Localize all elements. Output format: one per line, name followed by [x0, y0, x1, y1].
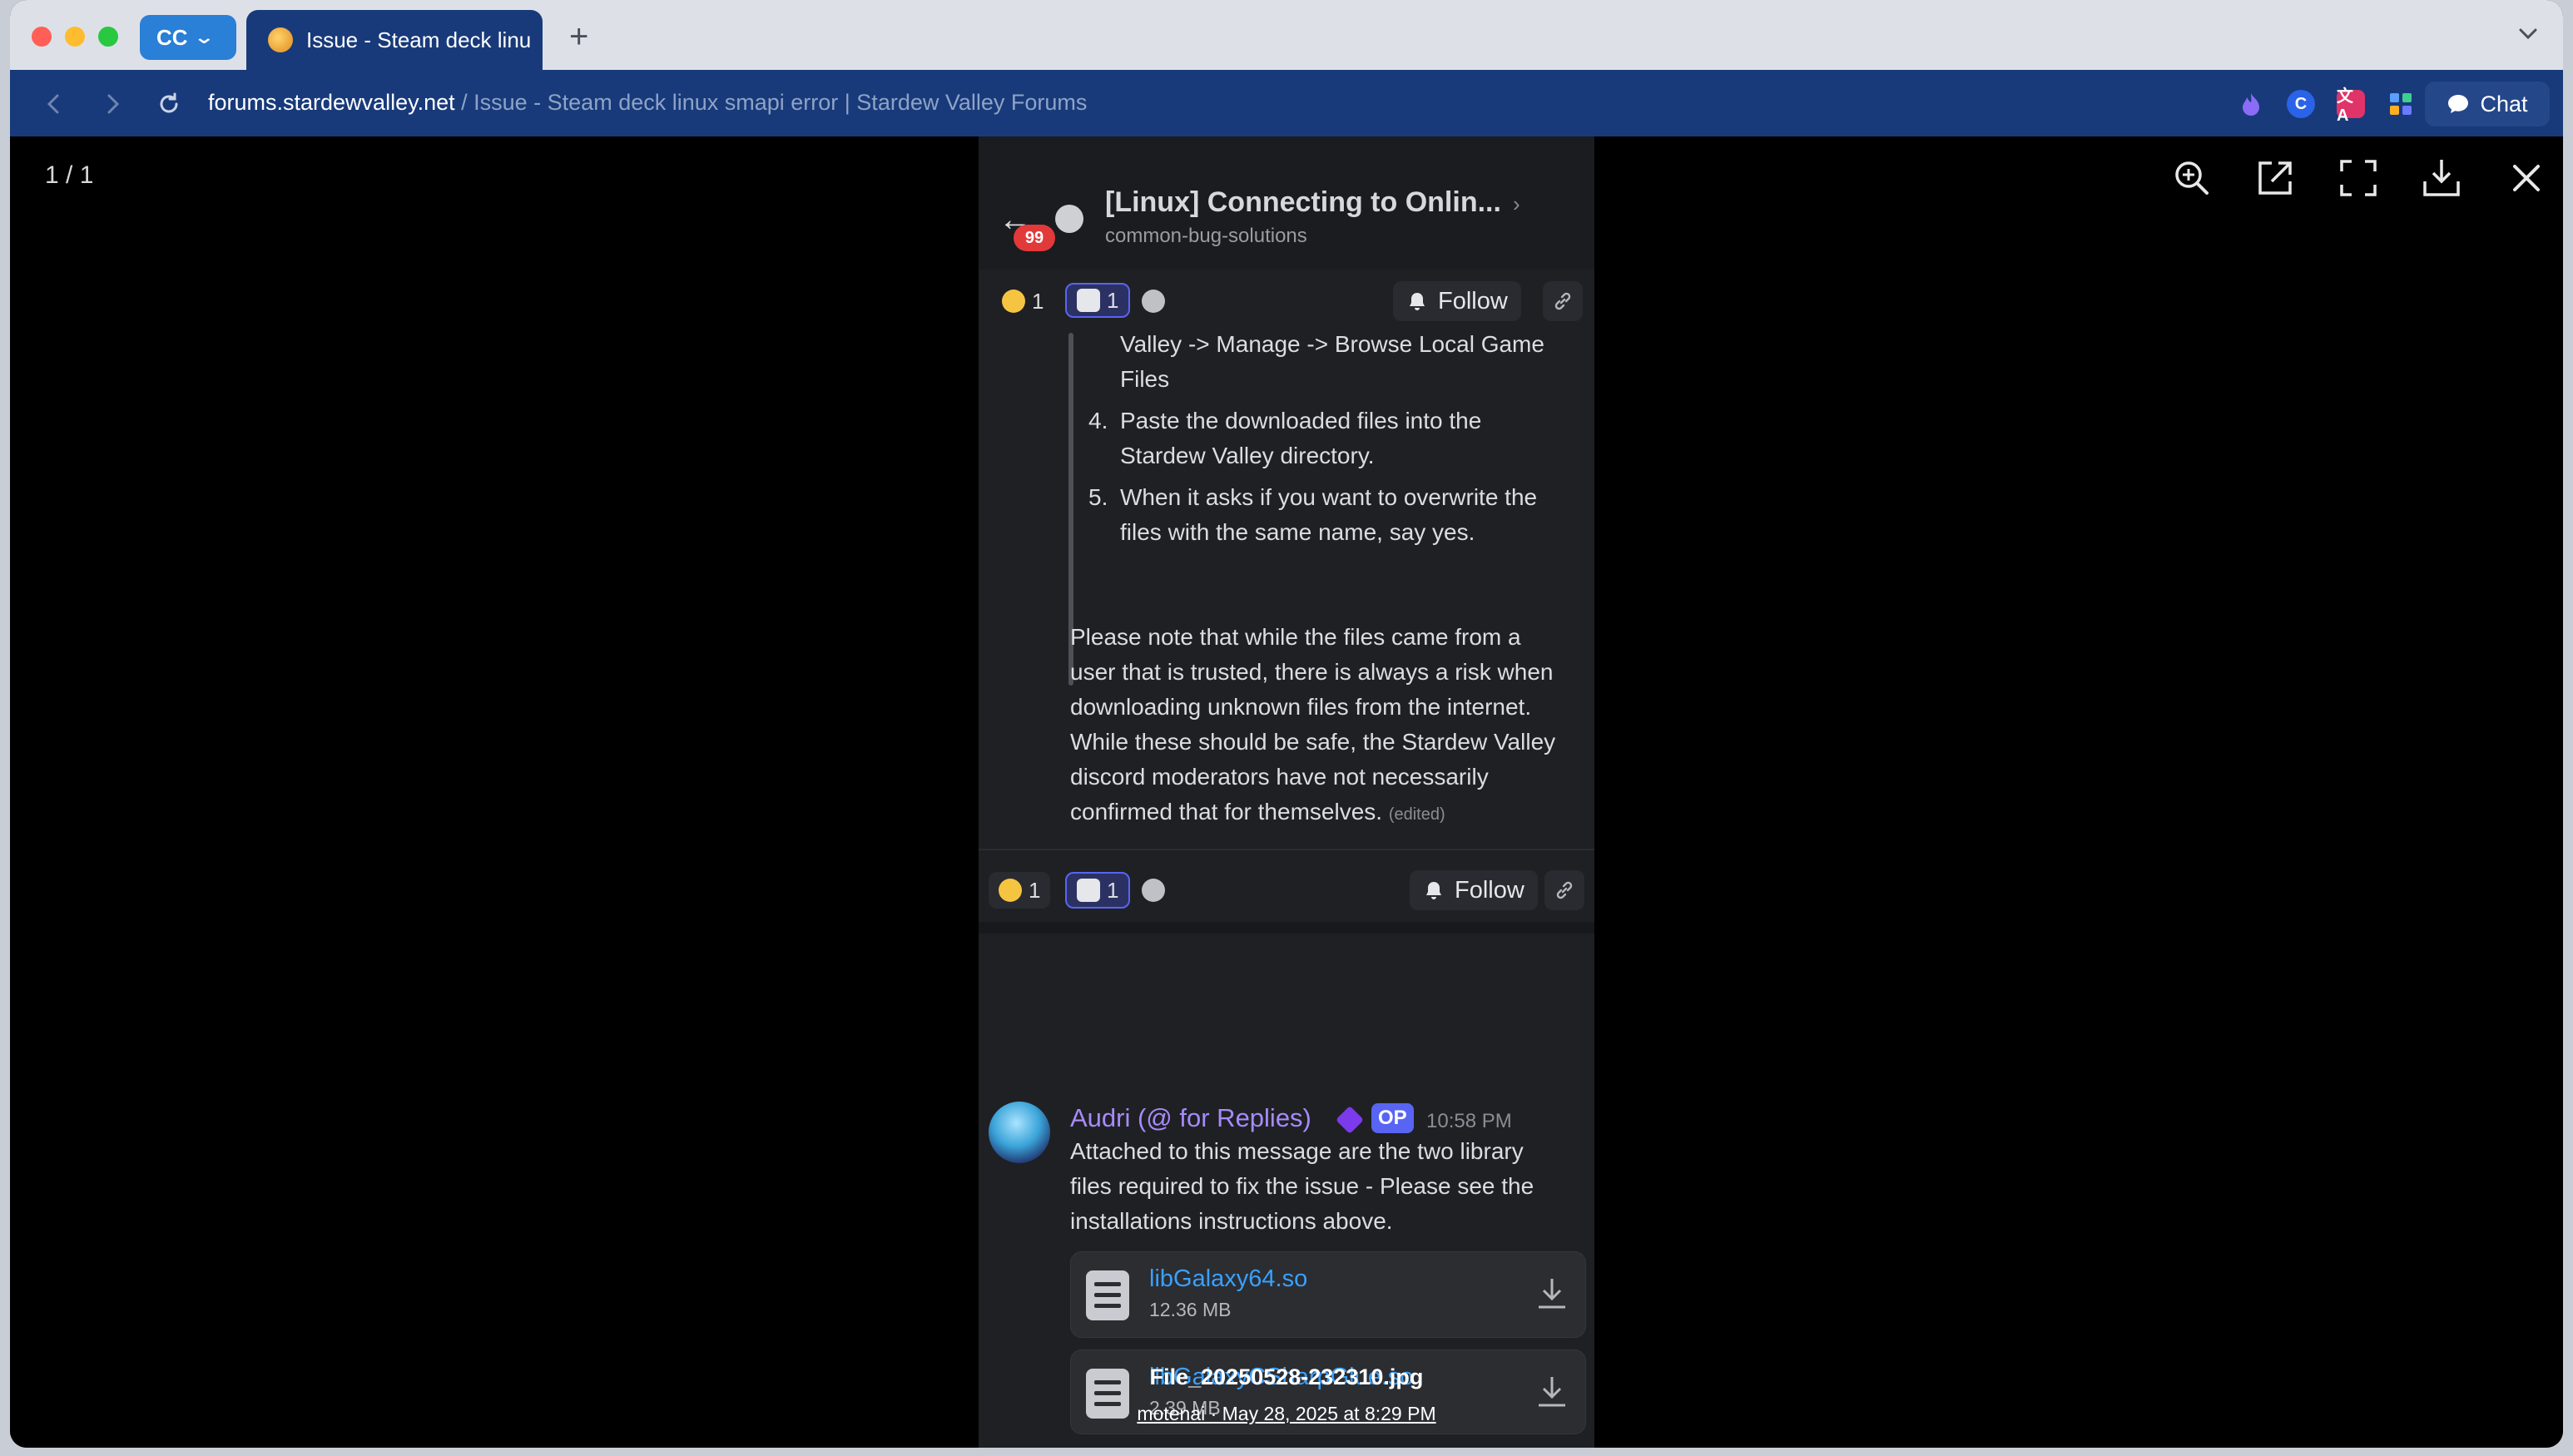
file-name: libGalaxy64.so	[1149, 1265, 1308, 1292]
grimace-emoji-icon	[999, 879, 1022, 902]
divider	[979, 849, 1594, 850]
bell-icon	[1410, 293, 1425, 310]
note-line: discord moderators have not necessarily	[1070, 764, 1489, 790]
add-reaction-icon	[1142, 872, 1165, 909]
zoom-in-icon[interactable]	[2170, 156, 2214, 200]
reaction-grimace: 1	[992, 283, 1053, 319]
extension-translate-icon[interactable]: 文A	[2337, 87, 2365, 125]
file-size: 12.36 MB	[1149, 1299, 1232, 1320]
chevron-right-icon	[107, 94, 120, 114]
step-line: Valley -> Manage -> Browse Local Game	[1120, 331, 1544, 357]
link-icon	[1544, 870, 1584, 910]
url-path: / Issue - Steam deck linux smapi error |…	[454, 90, 1088, 115]
notification-badge: 99	[1014, 225, 1055, 251]
edited-label: (edited)	[1388, 805, 1445, 824]
reaction-bar: 1 1 Follow	[979, 864, 1594, 914]
avatar	[989, 1102, 1050, 1163]
step-line: files with the same name, say yes.	[1120, 519, 1475, 545]
title-bar: CC ⌄ Issue - Steam deck linu +	[10, 0, 2563, 70]
add-reaction-icon	[1142, 283, 1165, 319]
download-icon	[1539, 1279, 1565, 1309]
thread-channel: common-bug-solutions	[1105, 225, 1307, 247]
new-tab-button[interactable]: +	[569, 18, 588, 56]
chat-button[interactable]: Chat	[2425, 82, 2550, 126]
step-line: When it asks if you want to overwrite th…	[1120, 484, 1538, 510]
link-icon	[1543, 281, 1583, 321]
chevron-down-icon: ⌄	[192, 27, 215, 47]
url-field[interactable]: forums.stardewvalley.net / Issue - Steam…	[208, 90, 1087, 116]
divider	[979, 922, 1594, 934]
extension-apps-icon[interactable]	[2387, 90, 2415, 118]
tab-title: Issue - Steam deck linu	[306, 27, 532, 52]
heart-bubble-emoji-icon	[1077, 879, 1100, 902]
timestamp: 10:58 PM	[1426, 1110, 1512, 1132]
note-line: user that is trusted, there is always a …	[1070, 659, 1554, 685]
step-number: 5.	[1088, 484, 1108, 510]
viewed-image: ← 99 [Linux] Connecting to Onlin... › com…	[979, 136, 1594, 1448]
image-author-date[interactable]: motenai · May 28, 2025 at 8:29 PM	[10, 1403, 2563, 1425]
fullscreen-icon[interactable]	[2337, 156, 2380, 200]
browser-window: CC ⌄ Issue - Steam deck linu + forums.st…	[10, 0, 2563, 1448]
zoom-window-button[interactable]	[98, 27, 118, 47]
heart-bubble-emoji-icon	[1077, 289, 1100, 312]
message-line: installations instructions above.	[1070, 1208, 1393, 1234]
note-line: confirmed that for themselves. (edited)	[1070, 799, 1445, 825]
grimace-emoji-icon	[1002, 290, 1025, 313]
follow-button: Follow	[1393, 281, 1521, 321]
reaction-grimace: 1	[989, 872, 1051, 909]
reload-button[interactable]	[155, 90, 183, 118]
close-icon[interactable]	[2505, 156, 2548, 200]
download-icon[interactable]	[2420, 156, 2463, 200]
follow-button: Follow	[1410, 870, 1538, 910]
image-filename: File_20250528-232310.jpg	[1149, 1364, 1424, 1389]
profile-switcher[interactable]: CC ⌄	[140, 15, 236, 60]
stardew-favicon-icon	[268, 27, 293, 52]
note-line: downloading unknown files from the inter…	[1070, 694, 1532, 720]
image-viewer: 1 / 1 ← 99 [Linux] Connecting to Onlin..…	[10, 136, 2563, 1448]
reaction-heart-chat: 1	[1065, 283, 1131, 318]
close-window-button[interactable]	[32, 27, 52, 47]
profile-label: CC	[156, 24, 188, 50]
file-attachment: libGalaxy64.so 12.36 MB	[1070, 1251, 1586, 1338]
note-line: While these should be safe, the Stardew …	[1070, 729, 1556, 755]
open-external-icon[interactable]	[2253, 156, 2297, 200]
bell-icon	[1426, 882, 1441, 899]
step-line: Files	[1120, 366, 1170, 392]
thread-title: [Linux] Connecting to Onlin... ›	[1105, 186, 1520, 218]
extension-c-icon[interactable]: C	[2287, 90, 2315, 118]
extension-flame-icon[interactable]	[2237, 90, 2265, 118]
message-line: files required to fix the issue - Please…	[1070, 1173, 1534, 1199]
thread-icon	[1055, 205, 1083, 233]
image-counter: 1 / 1	[45, 161, 94, 189]
forward-button[interactable]	[98, 90, 126, 118]
minimize-window-button[interactable]	[65, 27, 85, 47]
chevron-left-icon	[47, 94, 59, 114]
step-line: Stardew Valley directory.	[1120, 443, 1375, 468]
chat-label: Chat	[2480, 91, 2528, 116]
chevron-down-icon[interactable]	[2516, 22, 2540, 45]
address-bar-row: forums.stardewvalley.net / Issue - Steam…	[10, 70, 2563, 136]
reload-icon	[160, 92, 178, 113]
back-button[interactable]	[40, 90, 68, 118]
file-icon	[1086, 1270, 1129, 1320]
reaction-heart-chat: 1	[1065, 872, 1131, 909]
tab-active[interactable]: Issue - Steam deck linu	[246, 10, 543, 70]
step-number: 4.	[1088, 408, 1108, 433]
reaction-bar: 1 1 Follow	[979, 275, 1594, 324]
note-line: Please note that while the files came fr…	[1070, 624, 1521, 650]
url-domain: forums.stardewvalley.net	[208, 90, 455, 115]
op-badge: OP	[1371, 1103, 1414, 1133]
step-line: Paste the downloaded files into the	[1120, 408, 1482, 433]
author-name: Audri (@ for Replies)	[1070, 1103, 1311, 1132]
gem-icon	[1336, 1106, 1364, 1134]
message-line: Attached to this message are the two lib…	[1070, 1138, 1524, 1164]
chat-bubble-icon	[2448, 95, 2469, 113]
